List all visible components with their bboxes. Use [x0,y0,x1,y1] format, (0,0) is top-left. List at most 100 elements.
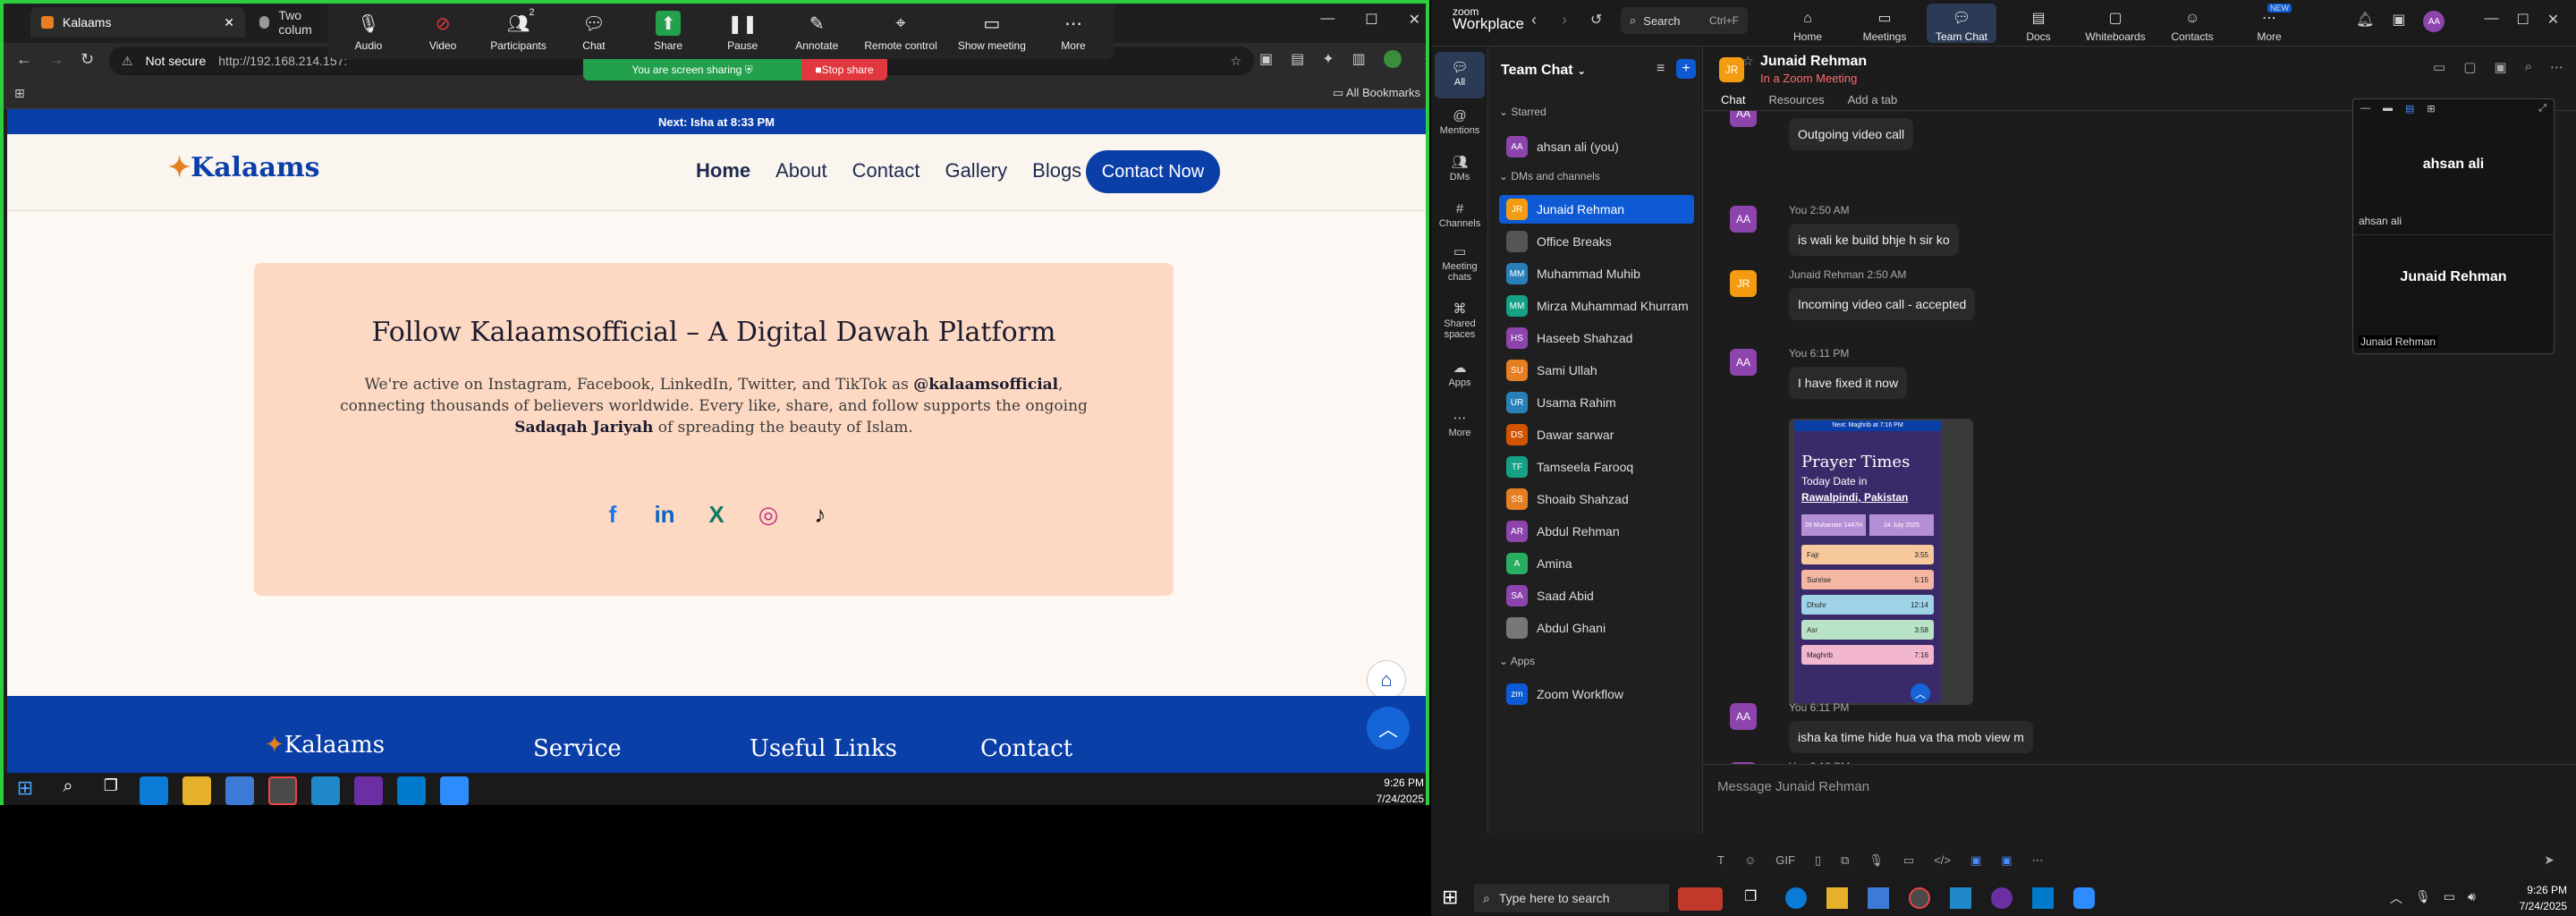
prayer-widget-button[interactable]: ⌂ [1367,660,1406,700]
nav-contacts[interactable]: ☺ Contacts [2157,4,2227,43]
close-window-icon[interactable]: ✕ [1409,11,1420,29]
edge-icon[interactable] [1785,887,1807,909]
forward-icon[interactable]: › [1562,11,1567,30]
nav-link-gallery[interactable]: Gallery [945,159,1007,182]
rail-all[interactable]: 💬︎ All [1435,52,1485,98]
store-icon[interactable] [1868,887,1889,909]
stop-share-button[interactable]: ■ Stop share [801,59,887,81]
history-icon[interactable]: ↺ [1590,11,1602,29]
more-button[interactable]: ⋯ More [1046,11,1100,59]
task-view-icon[interactable]: ❐ [1744,887,1766,909]
chat-list-item[interactable]: Abdul Ghani [1499,614,1694,642]
message-bubble[interactable]: Incoming video call - accepted [1789,288,1976,320]
extension-icon[interactable]: ▣ [1259,50,1273,68]
share-button[interactable]: ⬆ Share [641,11,695,59]
message-bubble[interactable]: Outgoing video call [1789,118,1914,150]
file-explorer-icon[interactable] [182,776,211,805]
folder-icon[interactable]: ▤ [1291,50,1304,68]
site-logo[interactable]: ✦Kalaams [168,152,320,183]
puzzle-icon[interactable]: ✦ [1322,50,1334,68]
nav-team-chat[interactable]: 💬︎ Team Chat [1927,4,1996,43]
nav-docs[interactable]: ▤ Docs [2004,4,2073,43]
filter-icon[interactable]: ≡ [1657,61,1665,77]
rail-dms[interactable]: 👥︎ DMs [1435,147,1485,193]
rail-channels[interactable]: # Channels [1435,193,1485,240]
network-icon[interactable]: ▭ [2444,889,2455,907]
app-icon[interactable] [1950,887,1971,909]
chat-list-item[interactable]: AR Abdul Rehman [1499,517,1694,546]
vscode-icon[interactable] [2032,887,2054,909]
nav-more[interactable]: NEW ⋯ More [2234,4,2304,43]
search-icon[interactable]: ⌕ [2525,59,2532,75]
window-icon[interactable]: ▣ [2392,11,2405,32]
rail-mentions[interactable]: @ Mentions [1435,100,1485,147]
all-bookmarks[interactable]: ▭ All Bookmarks [1333,86,1420,100]
chat-list-item[interactable]: AA ahsan ali (you) [1499,132,1694,161]
chat-list-item[interactable]: TF Tamseela Farooq [1499,453,1694,481]
emoji-icon[interactable]: ☺ [1744,853,1756,868]
minimize-icon[interactable]: — [1320,11,1335,29]
minimize-icon[interactable]: — [2484,11,2498,32]
chat-list-item[interactable]: DS Dawar sarwar [1499,420,1694,449]
zoom-taskbar-icon[interactable] [2073,887,2095,909]
chrome-icon[interactable] [268,776,297,805]
message-input[interactable]: Message Junaid Rehman [1717,779,1869,794]
app-icon[interactable]: ▣ [2001,853,2012,868]
audio-button[interactable]: 🎙︎ Audio [342,11,395,59]
zoom-search[interactable]: ⌕ Search Ctrl+F [1621,7,1748,34]
thumbnail-view-icon[interactable]: ▬ [2383,103,2393,115]
chat-button[interactable]: 💬︎ Chat [567,11,621,59]
scroll-top-button[interactable]: ︿ [1367,707,1410,750]
edge-icon[interactable] [140,776,168,805]
nav-whiteboards[interactable]: ▢ Whiteboards [2080,4,2150,43]
video-button[interactable]: ⊘ Video [416,11,470,59]
section-starred[interactable]: ⌄ Starred [1499,106,1546,118]
screen-icon[interactable]: ▢ [2463,59,2476,75]
maximize-icon[interactable]: ☐ [2516,11,2529,32]
chat-tab-resources[interactable]: Resources [1768,93,1824,106]
github-desktop-icon[interactable] [354,776,383,805]
video-message-icon[interactable]: ▭ [1903,853,1914,868]
windows-start-icon[interactable]: ⊞ [1442,886,1458,909]
search-icon[interactable]: ⌕ [54,776,82,805]
chat-list-item[interactable]: MM Muhammad Muhib [1499,259,1694,288]
store-icon[interactable] [225,776,254,805]
reload-icon[interactable]: ↻ [80,50,94,69]
chat-list-item[interactable]: UR Usama Rahim [1499,388,1694,417]
menu-dots-icon[interactable]: ⋮ [1419,50,1426,68]
chat-list-item[interactable]: SA Saad Abid [1499,581,1694,610]
back-icon[interactable]: ← [16,50,32,69]
zoom-taskbar-icon[interactable] [440,776,469,805]
close-window-icon[interactable]: ✕ [2547,11,2559,32]
participants-button[interactable]: 👥︎ 2 Participants [490,7,547,59]
app-icon[interactable]: ▣ [1970,853,1981,868]
profile-avatar[interactable] [1383,50,1402,68]
send-icon[interactable]: ➤ [2544,852,2555,868]
video-call-icon[interactable]: ▭ [2433,59,2445,75]
chat-list-item[interactable]: A Amina [1499,549,1694,578]
more-icon[interactable]: ⋯ [2550,59,2563,75]
more-icon[interactable]: ⋯ [2032,853,2044,868]
chat-list-item[interactable]: MM Mirza Muhammad Khurram [1499,292,1694,320]
taskbar-search[interactable]: ⌕ Type here to search [1474,884,1669,912]
x-twitter-icon[interactable]: X [701,499,732,530]
star-icon[interactable]: ☆ [1742,54,1754,69]
bookmark-star-icon[interactable]: ☆ [1230,54,1241,69]
github-desktop-icon[interactable] [1991,887,2012,909]
minimize-icon[interactable]: — [2360,103,2370,115]
back-icon[interactable]: ‹ [1531,11,1537,30]
message-bubble[interactable]: I have fixed it now [1789,367,1908,399]
new-chat-button[interactable]: + [1676,59,1696,79]
chat-tab-chat[interactable]: Chat [1721,93,1745,106]
nav-link-home[interactable]: Home [696,159,750,182]
show-meeting-button[interactable]: ▭ Show meeting [958,11,1026,59]
pause-button[interactable]: ❚❚ Pause [716,11,769,59]
floating-video-panel[interactable]: — ▬ ▤ ⊞ ⤢ ahsan ali ahsan ali Junaid Reh… [2352,98,2555,354]
expand-icon[interactable]: ⤢ [2538,103,2546,115]
nav-link-contact[interactable]: Contact [852,159,920,182]
chevron-up-icon[interactable]: ︿ [2390,889,2402,907]
forward-icon[interactable]: → [48,50,64,69]
audio-message-icon[interactable]: 🎙︎ [1868,853,1884,868]
nav-link-blogs[interactable]: Blogs [1032,159,1081,182]
chat-list-item[interactable]: JR Junaid Rehman [1499,195,1694,224]
